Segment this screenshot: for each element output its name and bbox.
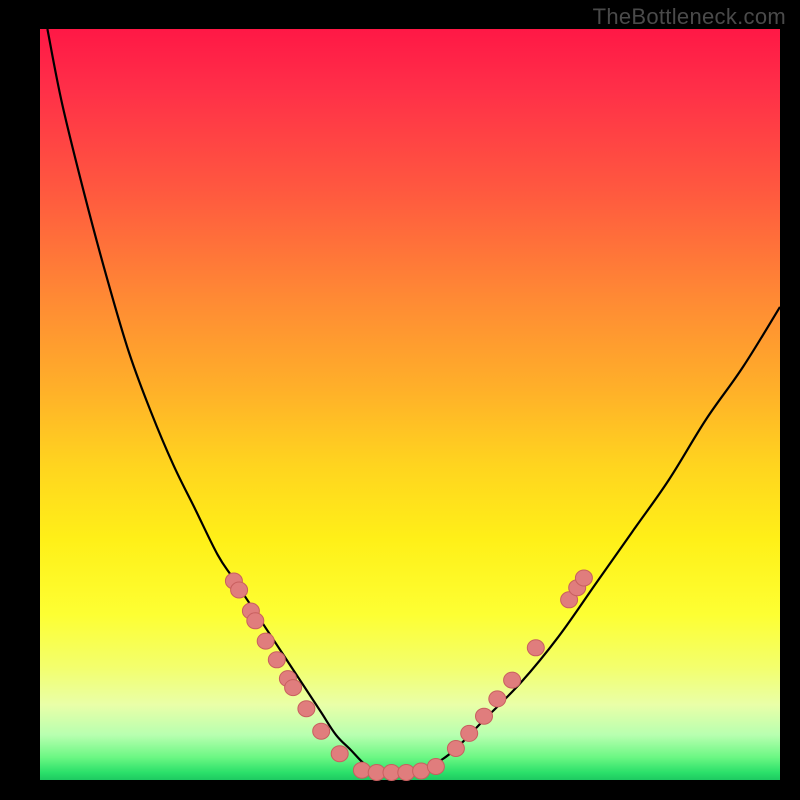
curve-markers (225, 570, 592, 781)
curve-marker (268, 652, 285, 668)
curve-marker (447, 741, 464, 757)
curve-marker (285, 680, 302, 696)
chart-svg (40, 29, 780, 780)
curve-marker (461, 725, 478, 741)
plot-area (40, 29, 780, 780)
curve-marker (231, 582, 248, 598)
curve-marker (257, 633, 274, 649)
curve-marker (298, 701, 315, 717)
curve-marker (476, 708, 493, 724)
curve-marker (427, 759, 444, 775)
curve-marker (313, 723, 330, 739)
chart-frame: TheBottleneck.com (0, 0, 800, 800)
curve-marker (331, 746, 348, 762)
curve-marker (504, 672, 521, 688)
curve-marker (489, 691, 506, 707)
curve-marker (527, 640, 544, 656)
curve-marker (353, 762, 370, 778)
curve-marker (247, 613, 264, 629)
curve-marker (575, 570, 592, 586)
watermark-label: TheBottleneck.com (593, 4, 786, 30)
bottleneck-curve (47, 29, 780, 773)
